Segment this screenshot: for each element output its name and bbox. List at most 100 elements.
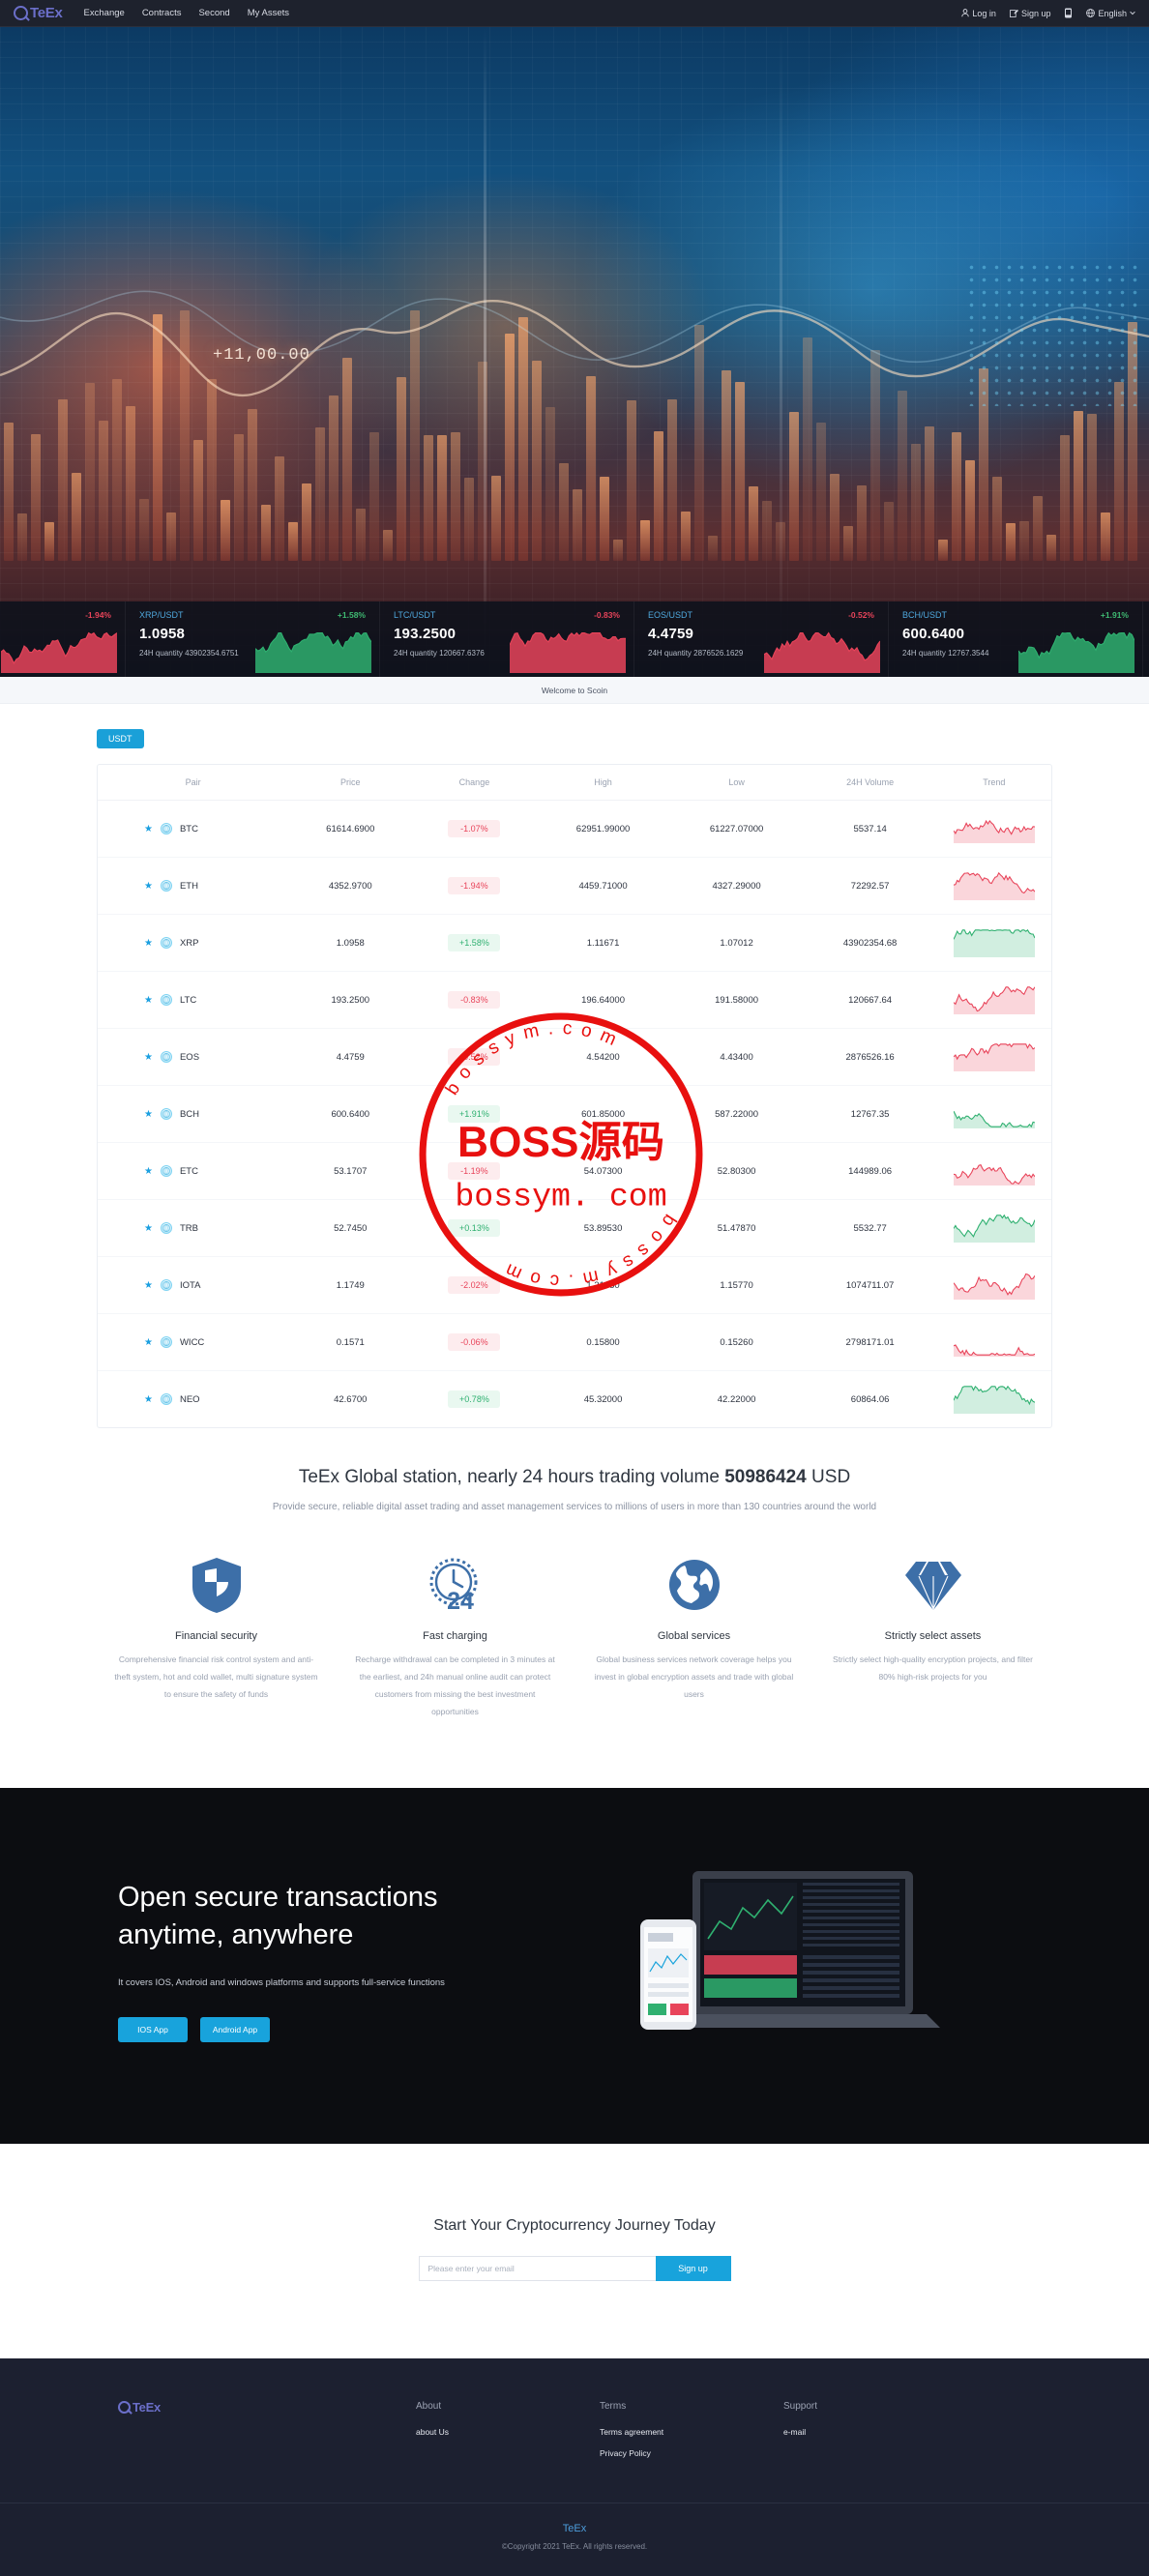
hero-bar (31, 434, 41, 561)
tab-usdt[interactable]: USDT (97, 729, 144, 748)
footer-brand-name: TeEx (133, 2400, 161, 2415)
footer-column-title: About (416, 2401, 442, 2413)
table-header-row: Pair Price Change High Low 24H Volume Tr… (98, 765, 1051, 801)
table-row[interactable]: ★ TRB 52.7450 +0.13% 53.89530 51.47870 5532.77 (98, 1199, 1051, 1257)
cell-trend (936, 1256, 1051, 1314)
ticker-item[interactable]: BCH/USDT +1.91% 600.6400 24H quantity 12767… (889, 601, 1143, 677)
favorite-star-icon[interactable]: ★ (144, 1280, 153, 1291)
cell-price: 61614.6900 (288, 800, 413, 858)
footer-logo[interactable]: TeEx (97, 2401, 416, 2470)
table-row[interactable]: ★ BCH 600.6400 +1.91% 601.85000 587.22000 1276… (98, 1085, 1051, 1143)
cell-trend (936, 1199, 1051, 1257)
newsletter-section: Start Your Cryptocurrency Journey Today … (0, 2144, 1149, 2359)
top-navigation-bar: TeEx Exchange Contracts Second My Assets… (0, 0, 1149, 27)
table-row[interactable]: ★ NEO 42.6700 +0.78% 45.32000 42.22000 60864.0… (98, 1371, 1051, 1428)
col-high[interactable]: High (536, 765, 670, 801)
app-copy: Open secure transactions anytime, anywhe… (97, 1879, 513, 2043)
favorite-star-icon[interactable]: ★ (144, 1166, 153, 1177)
ticker-item[interactable]: ETC/USDT5324H (1143, 601, 1149, 677)
col-pair[interactable]: Pair (98, 765, 289, 801)
ticker-item[interactable]: EOS/USDT -0.52% 4.4759 24H quantity 2876526… (634, 601, 889, 677)
footer-link-terms-agreement[interactable]: Terms agreement (600, 2427, 783, 2437)
hero-bar (261, 504, 271, 561)
nav-item-exchange[interactable]: Exchange (84, 8, 125, 18)
language-selector[interactable]: English (1086, 9, 1135, 18)
ticker-item[interactable]: XRP/USDT +1.58% 1.0958 24H quantity 4390235… (126, 601, 380, 677)
ticker-item[interactable]: -1.94% (0, 601, 126, 677)
nav-item-contracts[interactable]: Contracts (142, 8, 182, 18)
col-volume[interactable]: 24H Volume (803, 765, 937, 801)
favorite-star-icon[interactable]: ★ (144, 1394, 153, 1405)
table-row[interactable]: ★ ETC 53.1707 -1.19% 54.07300 52.80300 144989.… (98, 1142, 1051, 1200)
table-row[interactable]: ★ IOTA 1.1749 -2.02% 1.21450 1.15770 1074711.0… (98, 1256, 1051, 1314)
hero-bar (275, 456, 284, 561)
login-button[interactable]: Log in (961, 9, 996, 18)
signup-label: Sign up (1020, 8, 1051, 18)
app-title-line2: anytime, anywhere (118, 1918, 354, 1950)
app-subtitle: It covers IOS, Android and windows platf… (118, 1977, 445, 1989)
language-label: English (1098, 8, 1127, 18)
newsletter-signup-button[interactable]: Sign up (655, 2256, 731, 2282)
cell-low: 0.15260 (669, 1313, 804, 1371)
footer-link-privacy-policy[interactable]: Privacy Policy (600, 2448, 783, 2458)
footer-link-about-us[interactable]: about Us (416, 2427, 600, 2437)
features-row: Financial security Comprehensive financi… (97, 1555, 1052, 1788)
col-price[interactable]: Price (288, 765, 413, 801)
footer-column-about: About about Us (416, 2401, 600, 2470)
table-row[interactable]: ★ ETH 4352.9700 -1.94% 4459.71000 4327.29000 7… (98, 857, 1051, 915)
table-row[interactable]: ★ EOS 4.4759 -0.52% 4.54200 4.43400 2876526.16 (98, 1028, 1051, 1086)
cell-change: +1.91% (412, 1085, 537, 1143)
ios-app-button[interactable]: IOS App (118, 2017, 188, 2043)
market-table-body: ★ BTC 61614.6900 -1.07% 62951.99000 61227.070… (98, 800, 1051, 1428)
cell-change: +0.78% (412, 1371, 536, 1428)
cell-price: 52.7450 (288, 1199, 413, 1257)
favorite-star-icon[interactable]: ★ (144, 995, 153, 1006)
favorite-star-icon[interactable]: ★ (144, 1337, 153, 1348)
favorite-star-icon[interactable]: ★ (144, 938, 153, 949)
hero-bar (1019, 521, 1029, 561)
table-row[interactable]: ★ LTC 193.2500 -0.83% 196.64000 191.58000 1206… (98, 971, 1051, 1029)
footer-link-email[interactable]: e-mail (783, 2427, 967, 2437)
table-row[interactable]: ★ XRP 1.0958 +1.58% 1.11671 1.07012 43902354.6… (98, 914, 1051, 972)
market-ticker-strip[interactable]: -1.94% XRP/USDT +1.58% 1.0958 24H quantity 4… (0, 601, 1149, 677)
pair-label: ETC (179, 1165, 198, 1177)
logo[interactable]: TeEx (14, 6, 63, 20)
favorite-star-icon[interactable]: ★ (144, 824, 153, 834)
hero-bar (139, 498, 149, 561)
email-input[interactable] (418, 2256, 656, 2282)
cell-trend (936, 1085, 1051, 1143)
feature-title: Global services (657, 1630, 731, 1642)
download-app-button[interactable] (1064, 8, 1073, 18)
nav-item-second[interactable]: Second (198, 8, 229, 18)
favorite-star-icon[interactable]: ★ (144, 1109, 153, 1120)
feature-financial-security: Financial security Comprehensive financi… (97, 1555, 336, 1720)
favorite-star-icon[interactable]: ★ (144, 1052, 153, 1063)
table-row[interactable]: ★ WICC 0.1571 -0.06% 0.15800 0.15260 2798171.0… (98, 1313, 1051, 1371)
signup-button[interactable]: Sign up (1009, 8, 1051, 18)
hero-bar (1101, 512, 1110, 561)
hero-bar (369, 432, 379, 561)
footer-top: TeEx About about Us Terms Terms agreemen… (97, 2358, 1052, 2503)
hero-bar (613, 540, 623, 561)
col-low[interactable]: Low (669, 765, 804, 801)
hero-bar (1060, 435, 1070, 561)
table-row[interactable]: ★ BTC 61614.6900 -1.07% 62951.99000 61227.070… (98, 800, 1051, 858)
hero-beam (484, 27, 486, 677)
hero-bar (1087, 413, 1097, 561)
android-app-button[interactable]: Android App (200, 2017, 270, 2043)
favorite-star-icon[interactable]: ★ (144, 1223, 153, 1234)
col-change[interactable]: Change (412, 765, 537, 801)
stats-section: TeEx Global station, nearly 24 hours tra… (0, 1428, 1149, 1518)
cell-change: -1.07% (412, 800, 537, 858)
primary-nav-links: Exchange Contracts Second My Assets (84, 8, 289, 18)
ticker-item[interactable]: LTC/USDT -0.83% 193.2500 24H quantity 12066… (380, 601, 634, 677)
nav-item-my-assets[interactable]: My Assets (248, 8, 289, 18)
favorite-star-icon[interactable]: ★ (144, 881, 153, 892)
ticker-change: -1.94% (85, 610, 111, 620)
hero-price-label: +11,00.00 (213, 346, 310, 365)
pair-label: WICC (179, 1336, 205, 1348)
cell-low: 52.80300 (669, 1142, 804, 1200)
hero-bar (992, 477, 1002, 561)
feature-title: Strictly select assets (884, 1630, 982, 1642)
cell-pair: ★ TRB (98, 1199, 289, 1257)
